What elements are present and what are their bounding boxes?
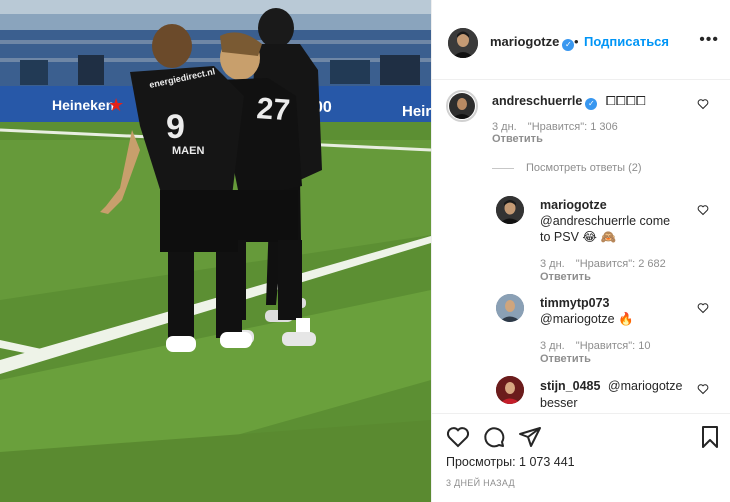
ad-board-heineken: Heineken	[52, 97, 114, 113]
reply-meta: 3 дн. "Нравится": 2 682	[540, 258, 674, 270]
comments-panel: mariogotze ✓ • Подписаться ••• andreschue…	[431, 0, 730, 502]
player-9-name: MAEN	[172, 145, 204, 157]
commenter-avatar[interactable]	[446, 90, 478, 122]
like-reply-icon[interactable]	[697, 204, 709, 216]
share-icon[interactable]	[518, 425, 542, 449]
reply-time[interactable]: 3 дн.	[540, 258, 565, 270]
like-comment-icon[interactable]	[697, 98, 709, 110]
reply-button[interactable]: Ответить	[540, 271, 591, 283]
reply-likes[interactable]: "Нравится": 10	[576, 340, 651, 352]
view-replies-line	[492, 167, 514, 169]
ad-star-icon: ★	[108, 95, 124, 116]
player-27-number: 27	[256, 92, 292, 127]
comment-username[interactable]: andreschuerrle	[492, 94, 582, 108]
reply-time[interactable]: 3 дн.	[540, 340, 565, 352]
bookmark-icon[interactable]	[698, 425, 722, 449]
media-illustration: Heineken ★ 00 Heir 27 energiedirect.nl 9…	[0, 0, 431, 502]
reply-avatar[interactable]	[496, 294, 524, 322]
reply-username[interactable]: stijn_0485	[540, 379, 600, 393]
author-username-text[interactable]: mariogotze	[490, 34, 559, 49]
reply-username[interactable]: mariogotze	[540, 198, 710, 212]
more-options-icon[interactable]: •••	[699, 31, 719, 49]
comment-meta: 3 дн. "Нравится": 1 306	[492, 121, 626, 133]
reply-button[interactable]: Ответить	[492, 133, 543, 145]
like-reply-icon[interactable]	[697, 302, 709, 314]
reply-text-line1: @mariogotze 🔥	[540, 312, 634, 326]
post-date[interactable]: 3 ДНЕЙ НАЗАД	[446, 478, 515, 488]
comment-icon[interactable]	[482, 425, 506, 449]
reply-avatar[interactable]	[496, 196, 524, 224]
reply-text-line2: besser	[540, 396, 578, 410]
view-count-text[interactable]: Просмотры: 1 073 441	[446, 455, 575, 469]
view-replies-label[interactable]: Посмотреть ответы (2)	[526, 162, 642, 174]
reply-text-line2: to PSV 😂 🙈	[540, 230, 617, 244]
comment-likes[interactable]: "Нравится": 1 306	[528, 121, 618, 133]
ad-board-heir: Heir	[402, 103, 431, 120]
like-icon[interactable]	[446, 425, 470, 449]
comment-text: ⧠⧠⧠⧠	[605, 94, 646, 108]
author-avatar[interactable]	[448, 28, 478, 58]
verified-icon: ✓	[585, 98, 598, 110]
reply-username[interactable]: timmytp073	[540, 296, 710, 310]
separator-dot: •	[574, 34, 579, 49]
follow-button[interactable]: Подписаться	[584, 34, 669, 49]
author-username[interactable]: mariogotze ✓	[490, 34, 575, 51]
reply-button[interactable]: Ответить	[540, 353, 591, 365]
view-replies-button[interactable]: Посмотреть ответы (2)	[492, 162, 642, 174]
comment-time[interactable]: 3 дн.	[492, 121, 517, 133]
reply-avatar[interactable]	[496, 376, 524, 404]
verified-icon: ✓	[562, 39, 575, 51]
like-reply-icon[interactable]	[697, 383, 709, 395]
view-count[interactable]: Просмотры: 1 073 441	[446, 455, 575, 469]
player-9-number: 9	[166, 108, 185, 146]
reply-meta: 3 дн. "Нравится": 10	[540, 340, 659, 352]
post-header: mariogotze ✓ • Подписаться •••	[432, 0, 730, 80]
reply-text-line1: @andreschuerrle come	[540, 214, 671, 228]
post-media[interactable]: Heineken ★ 00 Heir 27 energiedirect.nl 9…	[0, 0, 431, 502]
reply-likes[interactable]: "Нравится": 2 682	[576, 258, 666, 270]
reply-text-line1: @mariogotze	[607, 379, 683, 393]
